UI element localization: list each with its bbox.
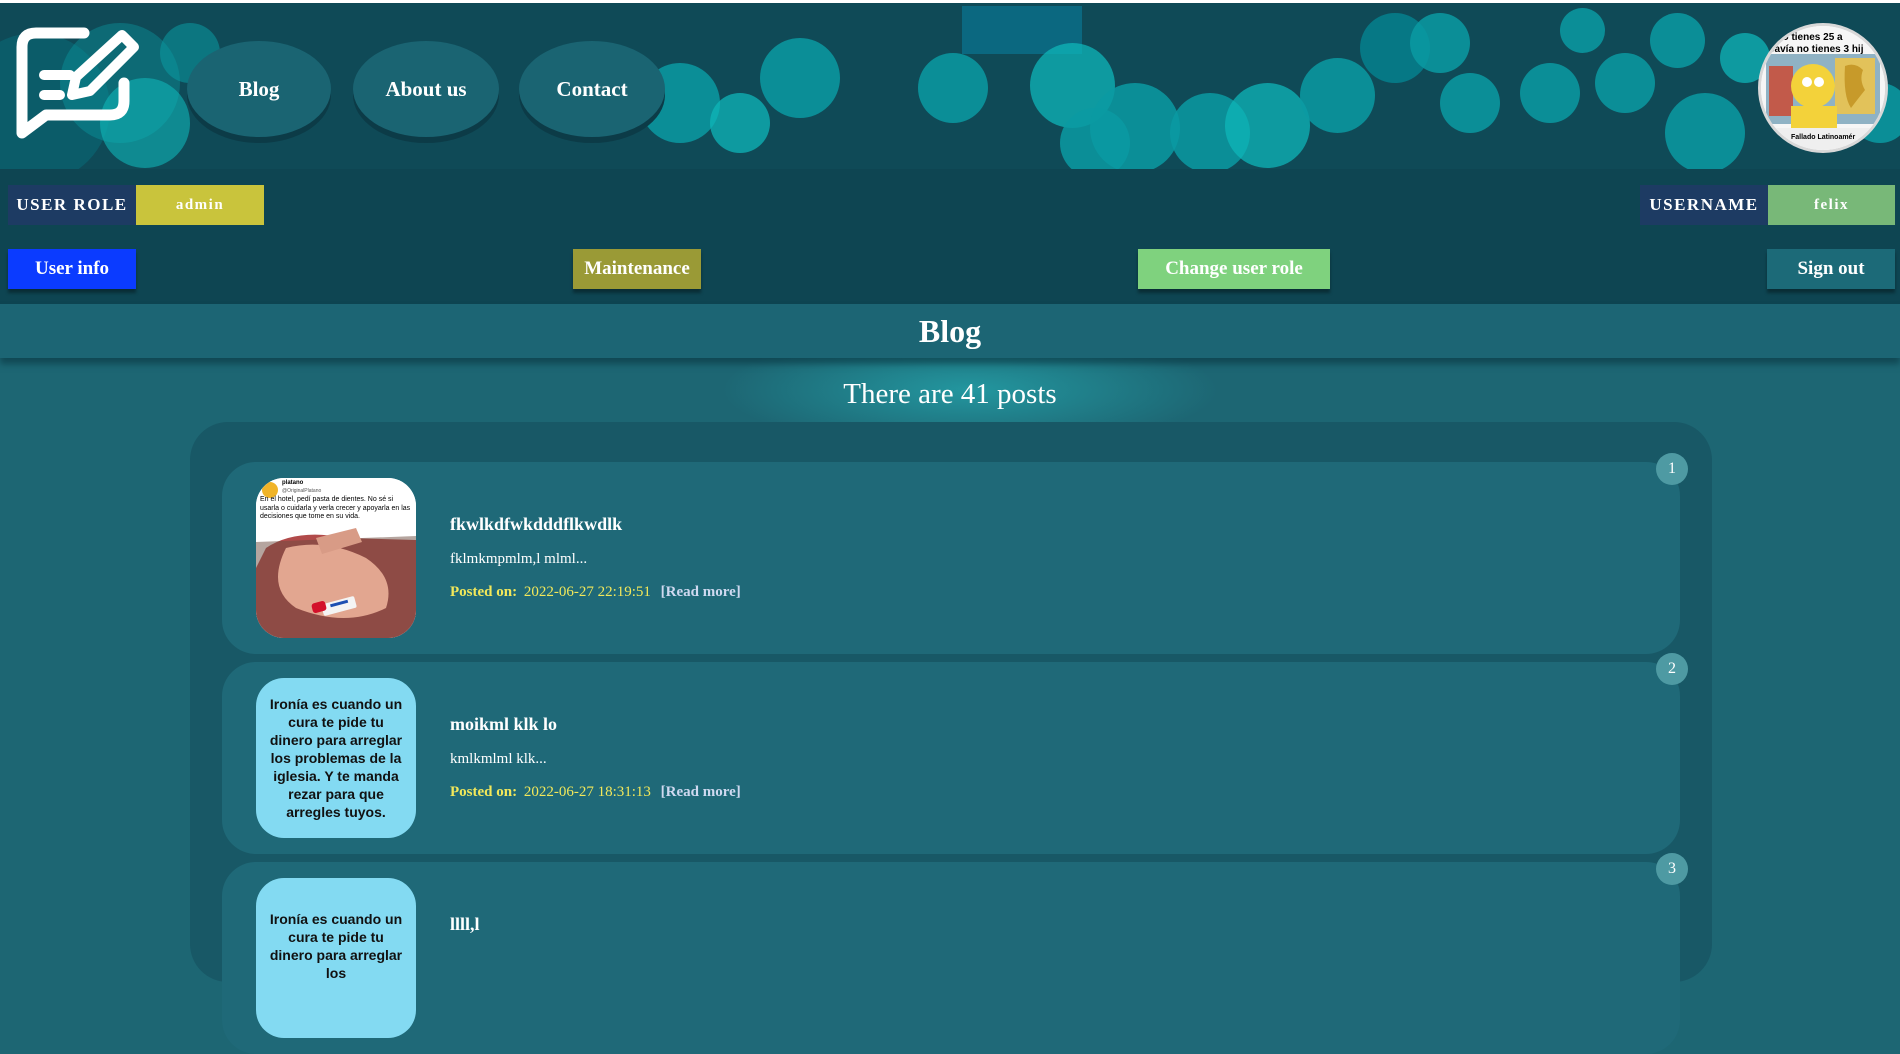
avatar-caption-mid: Javía no tienes 3 hij bbox=[1769, 44, 1864, 55]
read-more-link[interactable]: [Read more] bbox=[661, 584, 741, 600]
post-thumbnail[interactable]: platano @OriginalPlatano En el hotel, pe… bbox=[256, 478, 416, 638]
page-title: Blog bbox=[0, 304, 1900, 358]
post-title[interactable]: fkwlkdfwkdddflkwdlk bbox=[450, 514, 622, 535]
posted-on-label: Posted on: bbox=[450, 784, 518, 800]
nav-about-label: About us bbox=[385, 76, 467, 101]
change-user-role-button[interactable]: Change user role bbox=[1138, 249, 1330, 289]
avatar-caption-bottom: Fallado Latinoamér bbox=[1791, 134, 1856, 141]
post-excerpt: kmlkmlml klk... bbox=[450, 751, 547, 767]
post-number-badge: 1 bbox=[1656, 453, 1688, 485]
user-role-label: USER ROLE bbox=[8, 185, 136, 225]
user-bar bbox=[0, 169, 1900, 304]
post-thumbnail[interactable]: Ironía es cuando un cura te pide tu dine… bbox=[256, 678, 416, 838]
post-number-badge: 2 bbox=[1656, 653, 1688, 685]
nav-contact-label: Contact bbox=[556, 76, 628, 101]
post-title[interactable]: llll,l bbox=[450, 914, 480, 935]
sign-out-button[interactable]: Sign out bbox=[1767, 249, 1895, 289]
nav-about-link[interactable]: About us bbox=[353, 41, 499, 137]
header-banner: Blog About us Contact Jo tienes 25 a Jav… bbox=[0, 0, 1900, 169]
nav-blog-link[interactable]: Blog bbox=[187, 41, 331, 137]
post-meta: Posted on: 2022-06-27 18:31:13 [Read mor… bbox=[450, 784, 741, 801]
nav-blog-label: Blog bbox=[238, 76, 280, 101]
post-card[interactable]: Ironía es cuando un cura te pide tu dine… bbox=[222, 662, 1680, 854]
thumb-handle: @OriginalPlatano bbox=[282, 488, 322, 494]
blog-logo-icon[interactable] bbox=[14, 23, 144, 153]
user-avatar[interactable]: Jo tienes 25 a Javía no tienes 3 hij Fal… bbox=[1758, 23, 1888, 153]
username-value: felix bbox=[1768, 185, 1895, 225]
post-excerpt: fklmkmpmlm,l mlml... bbox=[450, 551, 588, 567]
read-more-link[interactable]: [Read more] bbox=[661, 784, 741, 800]
username-label: USERNAME bbox=[1640, 185, 1768, 225]
user-role-value: admin bbox=[136, 185, 264, 225]
post-thumbnail[interactable]: Ironía es cuando un cura te pide tu dine… bbox=[256, 878, 416, 1038]
thumb-text: En el hotel, pedí pasta de dientes. No s… bbox=[260, 496, 411, 520]
nav-contact-link[interactable]: Contact bbox=[519, 41, 665, 137]
maintenance-button[interactable]: Maintenance bbox=[573, 249, 701, 289]
posted-date: 2022-06-27 18:31:13 bbox=[523, 784, 651, 800]
avatar-caption-top: Jo tienes 25 a bbox=[1777, 32, 1843, 43]
page-title-text: Blog bbox=[918, 312, 982, 349]
post-card[interactable]: Ironía es cuando un cura te pide tu dine… bbox=[222, 862, 1680, 1054]
post-card[interactable]: platano @OriginalPlatano En el hotel, pe… bbox=[222, 462, 1680, 654]
posted-on-label: Posted on: bbox=[450, 584, 518, 600]
posts-count: There are 41 posts bbox=[843, 378, 1057, 410]
posted-date: 2022-06-27 22:19:51 bbox=[523, 584, 651, 600]
post-title[interactable]: moikml klk lo bbox=[450, 714, 557, 735]
post-number-badge: 3 bbox=[1656, 853, 1688, 885]
post-meta: Posted on: 2022-06-27 22:19:51 [Read mor… bbox=[450, 584, 741, 601]
user-info-button[interactable]: User info bbox=[8, 249, 136, 289]
thumb-user: platano bbox=[282, 480, 304, 486]
